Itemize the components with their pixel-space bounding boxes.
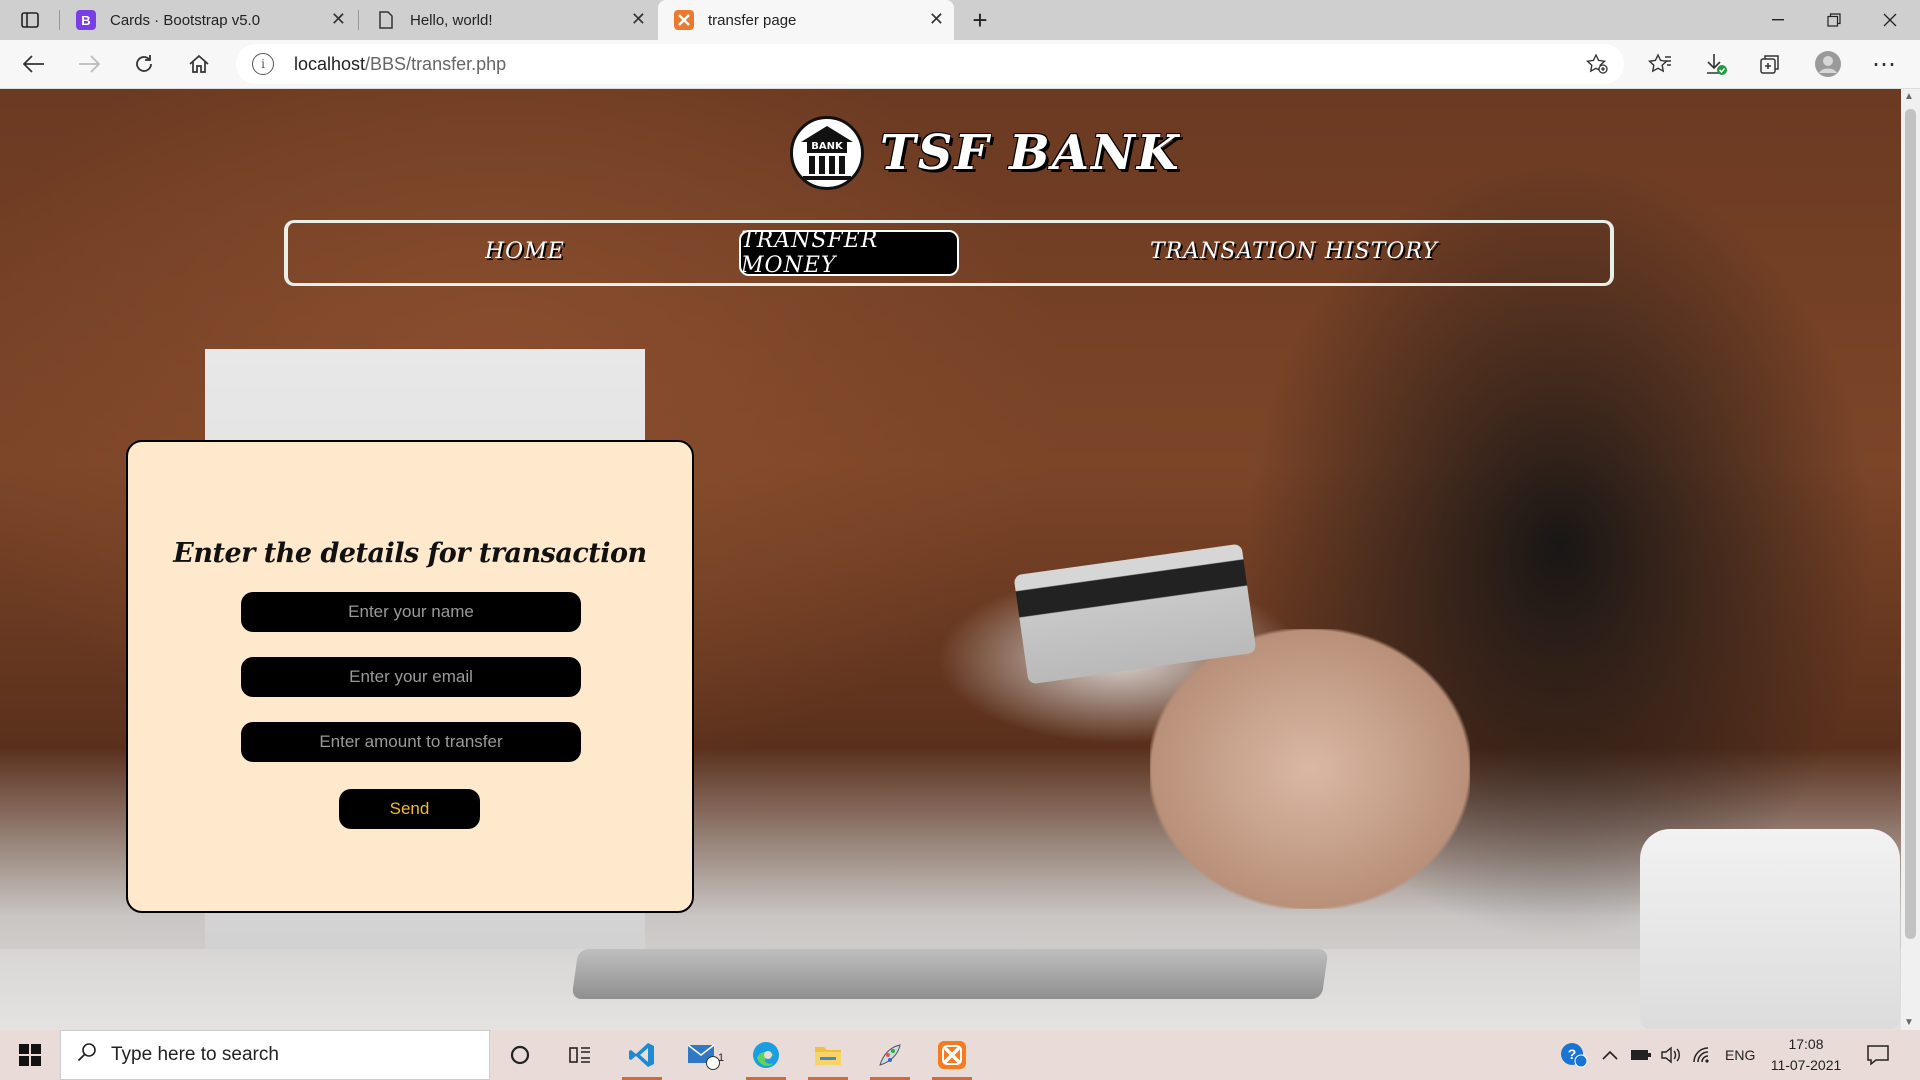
search-placeholder: Type here to search: [111, 1044, 279, 1065]
edge-icon[interactable]: [742, 1035, 790, 1080]
profile-avatar-icon[interactable]: [1812, 48, 1844, 80]
clock-date: 11-07-2021: [1770, 1057, 1842, 1073]
minimize-button[interactable]: [1750, 0, 1806, 40]
page-viewport: BANK TSF BANK HOME TRANSFER MONEY TRANSA…: [0, 89, 1901, 1030]
url-text: localhost/BBS/transfer.php: [294, 54, 506, 75]
help-icon[interactable]: ?: [1560, 1030, 1588, 1080]
background-cup: [1640, 829, 1900, 1029]
tab-bar: B Cards · Bootstrap v5.0 ✕ Hello, world!…: [0, 0, 1920, 40]
nav-transaction-history[interactable]: TRANSATION HISTORY: [1150, 239, 1438, 264]
bootstrap-icon: B: [76, 10, 96, 30]
restore-button[interactable]: [1806, 0, 1862, 40]
downloads-icon[interactable]: [1700, 48, 1732, 80]
paint-icon[interactable]: [866, 1035, 914, 1080]
url-path: /BBS/transfer.php: [365, 53, 507, 74]
back-icon[interactable]: [18, 48, 50, 80]
start-button[interactable]: [0, 1030, 60, 1080]
language-indicator[interactable]: ENG: [1725, 1030, 1755, 1080]
nav-home[interactable]: HOME: [485, 239, 565, 264]
forward-icon[interactable]: [73, 48, 105, 80]
clock[interactable]: 17:08 11-07-2021: [1766, 1034, 1846, 1076]
show-hidden-icons-icon[interactable]: [1602, 1030, 1618, 1080]
amount-input[interactable]: [241, 722, 581, 762]
close-window-button[interactable]: [1862, 0, 1918, 40]
address-bar[interactable]: i localhost/BBS/transfer.php: [236, 44, 1624, 84]
search-icon: [77, 1042, 97, 1068]
scroll-up-icon[interactable]: ▲: [1904, 91, 1914, 102]
site-info-icon[interactable]: i: [252, 53, 274, 75]
tab-actions-icon[interactable]: [2, 0, 58, 40]
home-icon[interactable]: [183, 48, 215, 80]
favorites-icon[interactable]: [1644, 48, 1676, 80]
url-host: localhost: [294, 53, 366, 74]
mail-badge: 1: [718, 1052, 725, 1064]
new-tab-button[interactable]: +: [960, 0, 1000, 40]
add-favorite-icon[interactable]: [1585, 53, 1608, 79]
tab-hello-world[interactable]: Hello, world! ✕: [360, 0, 656, 40]
nav-transfer-money[interactable]: TRANSFER MONEY: [739, 228, 959, 278]
windows-taskbar: Type here to search 1 ? ENG 17:08 11-07-…: [0, 1030, 1920, 1080]
tab-bootstrap[interactable]: B Cards · Bootstrap v5.0 ✕: [60, 0, 356, 40]
vscode-icon[interactable]: [618, 1035, 666, 1080]
bank-building-icon: BANK: [790, 116, 864, 190]
close-tab-icon[interactable]: ✕: [929, 9, 944, 30]
email-input[interactable]: [241, 657, 581, 697]
close-tab-icon[interactable]: ✕: [631, 9, 646, 30]
background-tablet: [571, 949, 1329, 999]
address-toolbar: i localhost/BBS/transfer.php ⋯: [0, 40, 1920, 89]
page-scrollbar[interactable]: ▲ ▼: [1901, 89, 1920, 1030]
volume-icon[interactable]: [1660, 1030, 1682, 1080]
site-title: TSF BANK: [880, 125, 1181, 181]
windows-logo-icon: [19, 1044, 41, 1066]
name-input[interactable]: [241, 592, 581, 632]
notifications-icon[interactable]: [1866, 1030, 1890, 1080]
refresh-icon[interactable]: [128, 48, 160, 80]
form-title: Enter the details for transaction: [173, 538, 647, 569]
wifi-icon[interactable]: [1692, 1030, 1714, 1080]
battery-icon[interactable]: [1630, 1030, 1652, 1080]
page-icon: [376, 10, 396, 30]
clock-time: 17:08: [1788, 1036, 1824, 1052]
transfer-form: Enter the details for transaction Send: [126, 440, 694, 913]
background-hand: [1150, 629, 1470, 909]
cortana-icon[interactable]: [496, 1035, 544, 1075]
site-logo[interactable]: BANK TSF BANK: [790, 116, 1181, 190]
task-view-icon[interactable]: [556, 1035, 604, 1075]
close-tab-icon[interactable]: ✕: [331, 9, 346, 30]
send-button[interactable]: Send: [339, 789, 480, 829]
tab-title: Hello, world!: [410, 11, 493, 29]
more-options-icon[interactable]: ⋯: [1868, 48, 1900, 80]
mail-icon[interactable]: 1: [680, 1035, 728, 1075]
scroll-down-icon[interactable]: ▼: [1904, 1017, 1914, 1028]
tab-transfer-page[interactable]: transfer page ✕: [658, 0, 954, 40]
tab-title: Cards · Bootstrap v5.0: [110, 11, 261, 29]
scroll-thumb[interactable]: [1905, 109, 1916, 939]
collections-icon[interactable]: [1754, 48, 1786, 80]
file-explorer-icon[interactable]: [804, 1035, 852, 1080]
xampp-taskbar-icon[interactable]: [928, 1035, 976, 1080]
tab-title: transfer page: [708, 11, 797, 29]
taskbar-search[interactable]: Type here to search: [60, 1030, 490, 1080]
xampp-icon: [674, 10, 694, 30]
